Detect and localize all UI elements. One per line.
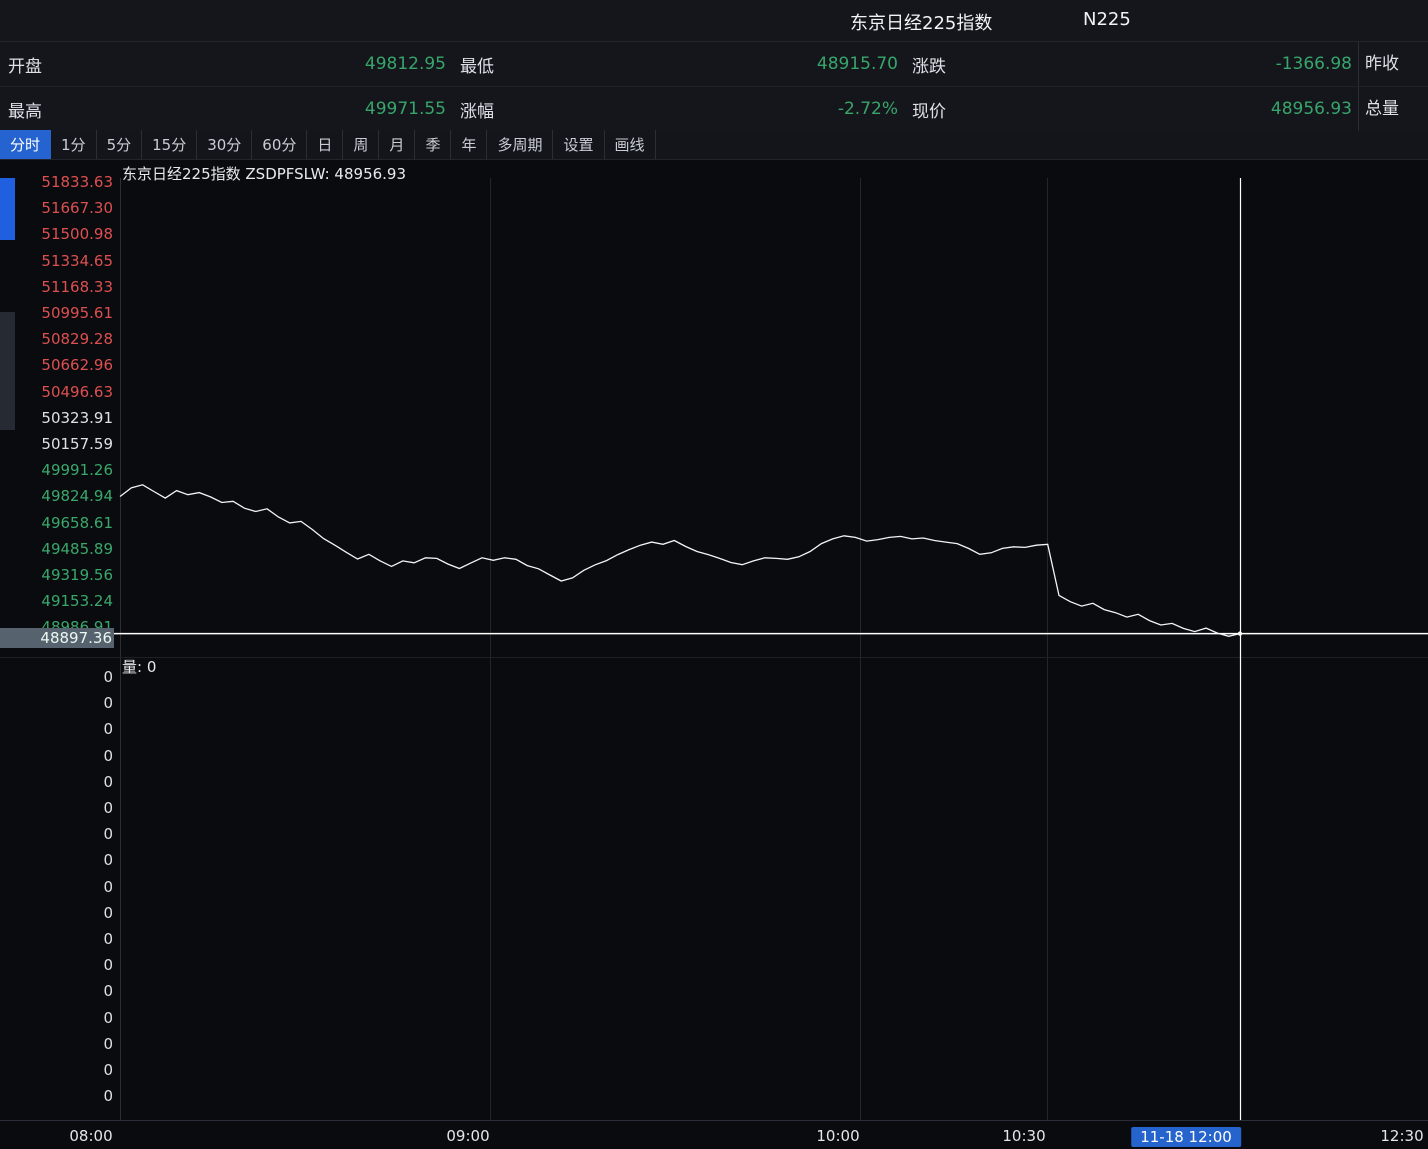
volume-axis-label: 0 <box>9 878 113 896</box>
y-axis-label: 51334.65 <box>9 252 113 270</box>
volume-axis-label: 0 <box>9 694 113 712</box>
trading-app-window: 东京日经225指数 N225 开盘 49812.95 最低 48915.70 涨… <box>0 0 1428 1149</box>
y-axis-label: 51500.98 <box>9 225 113 243</box>
y-axis-label: 50829.28 <box>9 330 113 348</box>
chart-canvas[interactable] <box>0 160 1428 1149</box>
info-row-2: 最高 49971.55 涨幅 -2.72% 现价 48956.93 总量 <box>0 86 1428 130</box>
volume-axis-label: 0 <box>9 930 113 948</box>
tab-6[interactable]: 日 <box>307 130 343 159</box>
y-axis-label: 49991.26 <box>9 461 113 479</box>
tab-12[interactable]: 设置 <box>553 130 604 159</box>
volume-axis-label: 0 <box>9 851 113 869</box>
x-axis-label: 08:00 <box>69 1127 112 1145</box>
tab-2[interactable]: 5分 <box>97 130 143 159</box>
volume-axis-label: 0 <box>9 982 113 1000</box>
low-value: 48915.70 <box>536 54 904 74</box>
symbol-code: N225 <box>1083 9 1131 30</box>
y-axis-label: 50323.91 <box>9 409 113 427</box>
tab-8[interactable]: 月 <box>379 130 415 159</box>
change-pct-value: -2.72% <box>536 99 904 119</box>
chart-area[interactable]: 东京日经225指数 ZSDPFSLW: 48956.93 量: 0 51833.… <box>0 160 1428 1149</box>
y-axis-label: 50995.61 <box>9 304 113 322</box>
y-axis-label: 50662.96 <box>9 356 113 374</box>
x-axis-label: 10:00 <box>816 1127 859 1145</box>
current-time-axis-label: 11-18 12:00 <box>1131 1127 1241 1147</box>
y-axis-label: 49319.56 <box>9 566 113 584</box>
tab-5[interactable]: 60分 <box>252 130 307 159</box>
period-tab-bar: 分时1分5分15分30分60分日周月季年多周期设置画线 <box>0 130 1428 160</box>
x-axis-label: 12:30 <box>1380 1127 1423 1145</box>
tab-7[interactable]: 周 <box>343 130 379 159</box>
current-price-label: 现价 <box>904 97 988 122</box>
tab-0-active[interactable]: 分时 <box>0 130 51 159</box>
high-value: 49971.55 <box>80 99 452 119</box>
page-title: 东京日经225指数 <box>850 9 992 35</box>
tab-1[interactable]: 1分 <box>51 130 97 159</box>
y-axis-label: 49658.61 <box>9 514 113 532</box>
quote-header: 东京日经225指数 N225 开盘 49812.95 最低 48915.70 涨… <box>0 0 1428 130</box>
tab-11[interactable]: 多周期 <box>487 130 553 159</box>
y-axis-label: 49485.89 <box>9 540 113 558</box>
y-axis-label: 50157.59 <box>9 435 113 453</box>
tab-9[interactable]: 季 <box>415 130 451 159</box>
high-label: 最高 <box>0 97 80 122</box>
y-axis-label: 49153.24 <box>9 592 113 610</box>
volume-axis-label: 0 <box>9 799 113 817</box>
volume-axis-label: 0 <box>9 956 113 974</box>
open-value: 49812.95 <box>80 54 452 74</box>
volume-axis-label: 0 <box>9 747 113 765</box>
tab-3[interactable]: 15分 <box>142 130 197 159</box>
last-price-dot <box>1238 631 1242 635</box>
x-axis-label: 10:30 <box>1002 1127 1045 1145</box>
prev-close-label: 昨收 <box>1358 42 1428 86</box>
volume-axis-label: 0 <box>9 773 113 791</box>
current-price-axis-label: 48897.36 <box>0 628 114 648</box>
y-axis-label: 51833.63 <box>9 173 113 191</box>
volume-axis-label: 0 <box>9 1087 113 1105</box>
x-axis-label: 09:00 <box>446 1127 489 1145</box>
tab-4[interactable]: 30分 <box>197 130 252 159</box>
volume-label: 量: 0 <box>122 656 156 677</box>
info-row-1: 开盘 49812.95 最低 48915.70 涨跌 -1366.98 昨收 <box>0 42 1428 86</box>
current-price-value: 48956.93 <box>988 99 1358 119</box>
open-label: 开盘 <box>0 52 80 77</box>
volume-axis-label: 0 <box>9 668 113 686</box>
y-axis-label: 50496.63 <box>9 383 113 401</box>
volume-axis-label: 0 <box>9 720 113 738</box>
volume-axis-label: 0 <box>9 1009 113 1027</box>
change-value: -1366.98 <box>988 54 1358 74</box>
volume-axis-label: 0 <box>9 825 113 843</box>
change-label: 涨跌 <box>904 52 988 77</box>
volume-axis-label: 0 <box>9 904 113 922</box>
total-volume-label: 总量 <box>1358 87 1428 131</box>
y-axis-label: 49824.94 <box>9 487 113 505</box>
price-line <box>120 485 1240 637</box>
low-label: 最低 <box>452 52 536 77</box>
chart-series-label: 东京日经225指数 ZSDPFSLW: 48956.93 <box>122 163 406 184</box>
volume-axis-label: 0 <box>9 1061 113 1079</box>
volume-axis-label: 0 <box>9 1035 113 1053</box>
change-pct-label: 涨幅 <box>452 97 536 122</box>
tab-13[interactable]: 画线 <box>605 130 656 159</box>
y-axis-label: 51667.30 <box>9 199 113 217</box>
tab-10[interactable]: 年 <box>451 130 487 159</box>
y-axis-label: 51168.33 <box>9 278 113 296</box>
title-row: 东京日经225指数 N225 <box>0 0 1428 42</box>
